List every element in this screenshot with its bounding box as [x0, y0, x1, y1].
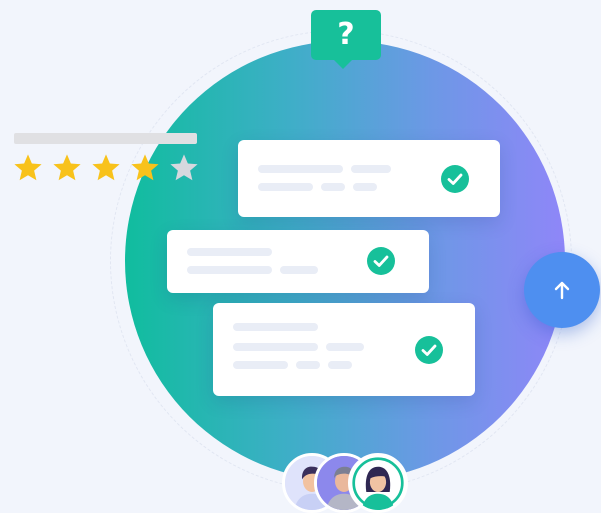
text-placeholder	[233, 361, 288, 369]
text-placeholder	[258, 183, 313, 191]
star-empty-icon	[170, 154, 198, 181]
text-placeholder	[258, 165, 343, 173]
text-placeholder	[233, 323, 318, 331]
star-filled-icon	[53, 154, 81, 181]
text-placeholder	[353, 183, 377, 191]
question-bubble: ?	[311, 10, 381, 69]
rating-title-placeholder	[14, 133, 197, 144]
text-placeholder	[280, 266, 318, 274]
upload-button[interactable]	[524, 252, 600, 328]
arrow-up-icon	[554, 281, 570, 300]
question-icon: ?	[337, 17, 355, 52]
text-placeholder	[351, 165, 391, 173]
bubble-tail	[333, 59, 353, 69]
text-placeholder	[321, 183, 345, 191]
check-icon	[441, 165, 469, 193]
star-filled-icon	[92, 154, 120, 181]
task-card	[238, 140, 500, 217]
check-icon	[367, 247, 395, 275]
illustration: ?	[0, 0, 601, 513]
check-icon	[415, 336, 443, 364]
task-card	[167, 230, 429, 293]
avatar-woman-icon	[351, 456, 405, 510]
text-placeholder	[233, 343, 318, 351]
text-placeholder	[326, 343, 364, 351]
avatar	[348, 453, 408, 513]
text-placeholder	[187, 266, 272, 274]
task-card	[213, 303, 475, 396]
star-filled-icon	[131, 154, 159, 181]
text-placeholder	[296, 361, 320, 369]
text-placeholder	[187, 248, 272, 256]
star-filled-icon	[14, 154, 42, 181]
text-placeholder	[328, 361, 352, 369]
